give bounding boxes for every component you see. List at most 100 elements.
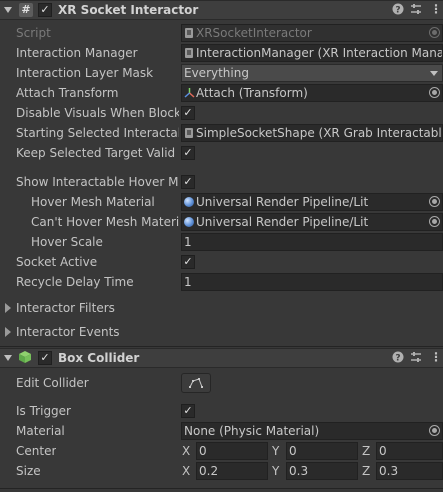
center-x-label: X <box>182 444 191 458</box>
hover-mesh-material-row: Hover Mesh Material Universal Render Pip… <box>0 192 443 212</box>
edit-collider-row: Edit Collider <box>0 373 443 393</box>
help-icon[interactable]: ? <box>392 3 404 18</box>
recycle-delay-value: 1 <box>184 275 192 289</box>
disable-visuals-row: Disable Visuals When Blocke ✓ <box>0 103 443 123</box>
box-collider-header[interactable]: ✓ Box Collider ? ⋮ <box>0 348 443 368</box>
keep-selected-checkbox[interactable]: ✓ <box>181 146 195 160</box>
size-y-value: 0.3 <box>289 464 309 478</box>
script-row: Script XRSocketInteractor <box>0 23 443 43</box>
size-x-label: X <box>182 464 191 478</box>
attach-transform-value: Attach (Transform) <box>196 86 308 100</box>
object-picker-icon[interactable] <box>429 216 440 227</box>
object-picker-icon[interactable] <box>429 87 440 98</box>
is-trigger-label: Is Trigger <box>16 404 71 418</box>
keep-selected-row: Keep Selected Target Valid ✓ <box>0 143 443 163</box>
help-icon[interactable]: ? <box>392 351 404 366</box>
object-icon <box>185 48 193 58</box>
size-x-input[interactable]: 0.2 <box>196 462 268 480</box>
box-collider-title: Box Collider <box>58 351 140 365</box>
center-y-input[interactable]: 0 <box>286 442 358 460</box>
socket-active-row: Socket Active ✓ <box>0 252 443 272</box>
foldout-collapsed-icon[interactable] <box>5 327 11 337</box>
size-z-label: Z <box>362 464 371 478</box>
material-sphere-icon <box>184 197 194 207</box>
foldout-collapsed-icon[interactable] <box>5 303 11 313</box>
center-x-value: 0 <box>199 444 207 458</box>
interaction-manager-label: Interaction Manager <box>16 46 138 60</box>
recycle-delay-input[interactable]: 1 <box>181 273 443 291</box>
box-collider-enabled-checkbox[interactable]: ✓ <box>38 351 52 365</box>
hover-scale-label: Hover Scale <box>31 235 103 249</box>
edit-collider-label: Edit Collider <box>16 376 89 390</box>
xr-socket-interactor-header[interactable]: # ✓ XR Socket Interactor ? ⋮ <box>0 0 443 20</box>
hover-mesh-material-value: Universal Render Pipeline/Lit <box>196 195 369 209</box>
edit-collider-icon <box>189 378 203 388</box>
center-z-label: Z <box>362 444 371 458</box>
material-sphere-icon <box>184 217 194 227</box>
component-enabled-checkbox[interactable]: ✓ <box>38 3 52 17</box>
interaction-manager-value: InteractionManager (XR Interaction Mana <box>196 46 443 60</box>
svg-text:?: ? <box>395 6 400 16</box>
script-label: Script <box>16 26 51 40</box>
recycle-delay-row: Recycle Delay Time 1 <box>0 272 443 292</box>
cant-hover-mesh-material-row: Can't Hover Mesh Materia Universal Rende… <box>0 212 443 232</box>
is-trigger-row: Is Trigger ✓ <box>0 401 443 421</box>
attach-transform-label: Attach Transform <box>16 86 119 100</box>
foldout-expanded-icon[interactable] <box>4 355 12 361</box>
attach-transform-field[interactable]: Attach (Transform) <box>181 84 443 102</box>
is-trigger-checkbox[interactable]: ✓ <box>181 404 195 418</box>
presets-icon[interactable] <box>410 3 422 18</box>
hover-mesh-material-field[interactable]: Universal Render Pipeline/Lit <box>181 193 443 211</box>
center-y-value: 0 <box>289 444 297 458</box>
more-options-icon[interactable]: ⋮ <box>430 350 442 364</box>
size-label: Size <box>16 464 41 478</box>
center-x-input[interactable]: 0 <box>196 442 268 460</box>
hover-mesh-material-label: Hover Mesh Material <box>31 195 155 209</box>
center-y-label: Y <box>272 444 280 458</box>
interactor-filters-label: Interactor Filters <box>16 301 115 315</box>
show-hover-mesh-label: Show Interactable Hover Mes <box>16 175 179 189</box>
object-picker-icon[interactable] <box>429 425 440 436</box>
show-hover-mesh-checkbox[interactable]: ✓ <box>181 175 195 189</box>
transform-icon <box>184 88 195 98</box>
size-z-value: 0.3 <box>379 464 399 478</box>
interaction-layer-mask-dropdown[interactable]: Everything <box>181 64 443 82</box>
size-y-input[interactable]: 0.3 <box>286 462 358 480</box>
size-y-label: Y <box>272 464 280 478</box>
interactor-filters-foldout[interactable]: Interactor Filters <box>0 298 443 318</box>
hover-scale-row: Hover Scale 1 <box>0 232 443 252</box>
hover-scale-input[interactable]: 1 <box>181 233 443 251</box>
material-row: Material None (Physic Material) <box>0 421 443 441</box>
show-hover-mesh-row: Show Interactable Hover Mes ✓ <box>0 172 443 192</box>
interaction-layer-mask-row: Interaction Layer Mask Everything <box>0 63 443 83</box>
edit-collider-button[interactable] <box>181 373 211 393</box>
interaction-manager-row: Interaction Manager InteractionManager (… <box>0 43 443 63</box>
socket-active-checkbox[interactable]: ✓ <box>181 255 195 269</box>
starting-selected-value: SimpleSocketShape (XR Grab Interactabl <box>196 126 442 140</box>
recycle-delay-label: Recycle Delay Time <box>16 275 134 289</box>
center-z-input[interactable]: 0 <box>376 442 443 460</box>
size-row: Size X 0.2 Y 0.3 Z 0.3 <box>0 461 443 481</box>
starting-selected-label: Starting Selected Interactable <box>16 126 179 140</box>
object-picker-icon[interactable] <box>429 196 440 207</box>
hover-scale-value: 1 <box>184 235 192 249</box>
script-file-icon <box>185 28 193 38</box>
foldout-expanded-icon[interactable] <box>4 7 12 13</box>
cant-hover-mesh-material-field[interactable]: Universal Render Pipeline/Lit <box>181 213 443 231</box>
attach-transform-row: Attach Transform Attach (Transform) <box>0 83 443 103</box>
script-component-icon: # <box>19 3 33 17</box>
center-label: Center <box>16 444 57 458</box>
interaction-manager-field[interactable]: InteractionManager (XR Interaction Mana <box>181 44 443 62</box>
interactor-events-foldout[interactable]: Interactor Events <box>0 322 443 342</box>
socket-active-label: Socket Active <box>16 255 98 269</box>
size-z-input[interactable]: 0.3 <box>376 462 443 480</box>
interaction-layer-mask-label: Interaction Layer Mask <box>16 66 154 80</box>
center-row: Center X 0 Y 0 Z 0 <box>0 441 443 461</box>
starting-selected-field[interactable]: SimpleSocketShape (XR Grab Interactabl <box>181 124 443 142</box>
material-field[interactable]: None (Physic Material) <box>181 422 443 440</box>
disable-visuals-checkbox[interactable]: ✓ <box>181 106 195 120</box>
more-options-icon[interactable]: ⋮ <box>430 2 442 16</box>
component-divider <box>0 346 443 347</box>
box-collider-icon <box>19 351 31 363</box>
presets-icon[interactable] <box>410 351 422 366</box>
